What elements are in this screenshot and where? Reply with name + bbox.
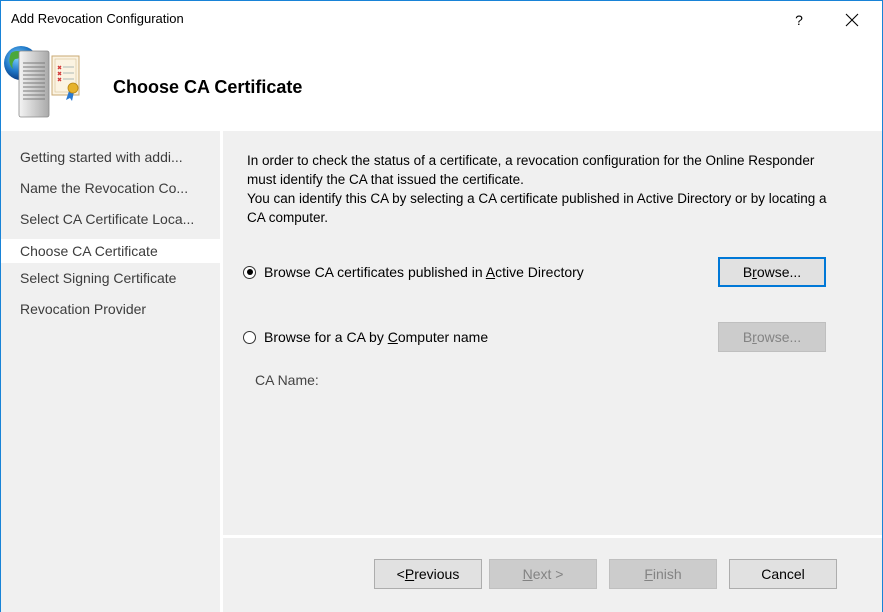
description: In order to check the status of a certif… [247,151,847,227]
previous-button[interactable]: < Previous [374,559,482,589]
description-paragraph-1: In order to check the status of a certif… [247,153,815,187]
nav-item-select-signing-certificate[interactable]: Select Signing Certificate [1,266,220,290]
browse-active-directory-button[interactable]: Br owse... [718,257,826,287]
content-panel: In order to check the status of a certif… [223,131,882,535]
radio-computer-name[interactable] [243,330,256,344]
radio-option-computer-name[interactable]: Browse for a CA by Computer name [243,327,488,347]
nav-item-revocation-provider[interactable]: Revocation Provider [1,297,220,321]
window-title: Add Revocation Configuration [11,11,184,26]
radio-option-active-directory[interactable]: Browse CA certificates published in Acti… [243,262,584,282]
nav-item-getting-started[interactable]: Getting started with addi... [1,145,220,169]
close-icon [845,13,859,27]
server-certificate-globe-icon [4,46,80,118]
radio-computer-name-label: Browse for a CA by Computer name [264,329,489,345]
description-paragraph-2: You can identify this CA by selecting a … [247,191,827,225]
close-button[interactable] [832,7,872,33]
dialog-window: Add Revocation Configuration ? Choose CA… [0,0,883,612]
wizard-steps-nav: Getting started with addi... Name the Re… [1,131,220,612]
radio-active-directory-label: Browse CA certificates published in Acti… [264,264,584,280]
wizard-header: Choose CA Certificate [1,41,882,131]
cancel-button[interactable]: Cancel [729,559,837,589]
help-icon: ? [795,12,803,28]
nav-item-choose-ca-certificate[interactable]: Choose CA Certificate [1,239,220,263]
page-title: Choose CA Certificate [113,77,303,97]
finish-button[interactable]: Finish [609,559,717,589]
ca-name-label: CA Name: [255,372,319,388]
help-button[interactable]: ? [779,7,819,33]
nav-item-select-ca-certificate-location[interactable]: Select CA Certificate Loca... [1,207,220,231]
title-bar[interactable]: Add Revocation Configuration ? [1,1,882,41]
wizard-footer: < Previous Next > Finish Cancel [223,538,882,612]
next-button[interactable]: Next > [489,559,597,589]
browse-computer-button[interactable]: Br owse... [718,322,826,352]
nav-item-name-revocation-config[interactable]: Name the Revocation Co... [1,176,220,200]
radio-active-directory[interactable] [243,265,256,279]
